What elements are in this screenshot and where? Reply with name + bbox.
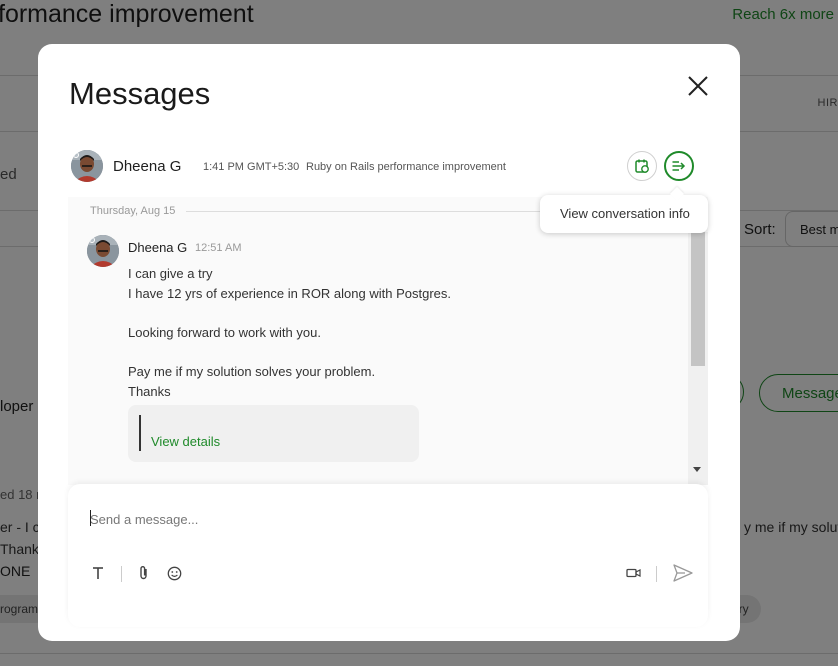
divider [121, 566, 122, 582]
avatar[interactable] [71, 150, 103, 182]
video-camera-icon [625, 568, 641, 578]
smiley-icon [167, 566, 181, 580]
message-time: 12:51 AM [195, 242, 242, 254]
scroll-down-arrow-icon[interactable] [693, 467, 701, 472]
quote-bar [139, 415, 141, 451]
panel-arrow-icon [672, 161, 686, 171]
tooltip: View conversation info [540, 195, 708, 233]
calendar-button[interactable] [627, 151, 657, 181]
message-line: Thanks [128, 384, 171, 399]
conversation-topic[interactable]: Ruby on Rails performance improvement [306, 161, 506, 173]
message-thread[interactable]: Thursday, Aug 15 Dheena G 12:51 AM I can… [68, 197, 708, 485]
avatar[interactable] [87, 235, 119, 267]
send-button[interactable] [671, 563, 695, 583]
format-text-button[interactable] [88, 563, 108, 583]
send-icon [673, 564, 693, 582]
conversation-header: Dheena G 1:41 PM GMT+5:30 Ruby on Rails … [68, 144, 708, 190]
conversation-info-button[interactable] [664, 151, 694, 181]
divider [656, 566, 657, 582]
message-sender: Dheena G [128, 240, 188, 255]
close-button[interactable] [685, 73, 711, 99]
paperclip-icon [140, 566, 147, 580]
conversation-time: 1:41 PM GMT+5:30 [203, 161, 300, 173]
video-call-button[interactable] [623, 563, 643, 583]
text-caret [90, 510, 91, 526]
thread-scrollbar[interactable] [688, 232, 708, 485]
close-icon [688, 76, 708, 96]
attach-button[interactable] [134, 563, 154, 583]
messages-modal: Messages Dheena G 1:41 PM GMT+5:30 Ruby … [38, 44, 740, 641]
message-body: I can give a try I have 12 yrs of experi… [128, 264, 451, 402]
text-format-icon [93, 567, 103, 579]
message-line: Looking forward to work with you. [128, 325, 321, 340]
date-divider: Thursday, Aug 15 [90, 205, 176, 217]
emoji-button[interactable] [164, 563, 184, 583]
message-input[interactable] [90, 508, 680, 530]
divider [186, 211, 546, 212]
message-line: I have 12 yrs of experience in ROR along… [128, 286, 451, 301]
modal-title: Messages [69, 76, 211, 111]
contact-name: Dheena G [113, 158, 182, 175]
message-line: Pay me if my solution solves your proble… [128, 364, 376, 379]
scrollbar-thumb[interactable] [691, 232, 705, 366]
message-line [128, 304, 451, 323]
message-composer [68, 484, 708, 627]
view-details-link[interactable]: View details [151, 434, 220, 449]
calendar-clock-icon [635, 159, 649, 173]
attachment-card: View details [128, 405, 419, 462]
message-line: I can give a try [128, 266, 213, 281]
message-line [128, 343, 451, 362]
